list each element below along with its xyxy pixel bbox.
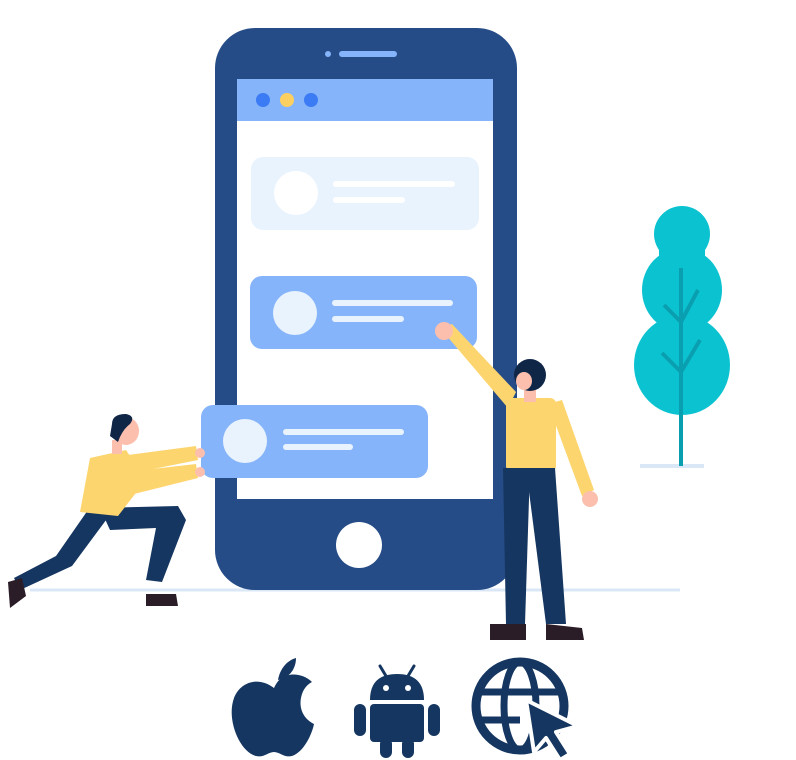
- web-icon: [471, 657, 580, 760]
- home-button: [336, 522, 382, 568]
- screen-topbar: [237, 79, 493, 121]
- illustration-canvas: [0, 0, 796, 760]
- app-development-illustration: [8, 28, 730, 760]
- list-item: [251, 157, 479, 230]
- phone-camera: [325, 51, 331, 57]
- avatar: [223, 419, 267, 463]
- person-pushing: [8, 414, 205, 608]
- window-dot-blue-2: [304, 93, 318, 107]
- list-item: [201, 405, 428, 478]
- tree-icon: [634, 206, 730, 466]
- android-icon: [354, 664, 440, 758]
- apple-icon: [231, 658, 314, 757]
- window-dot-blue: [256, 93, 270, 107]
- phone-speaker: [339, 51, 397, 57]
- avatar: [274, 171, 318, 215]
- window-dot-yellow: [280, 93, 294, 107]
- avatar: [273, 291, 317, 335]
